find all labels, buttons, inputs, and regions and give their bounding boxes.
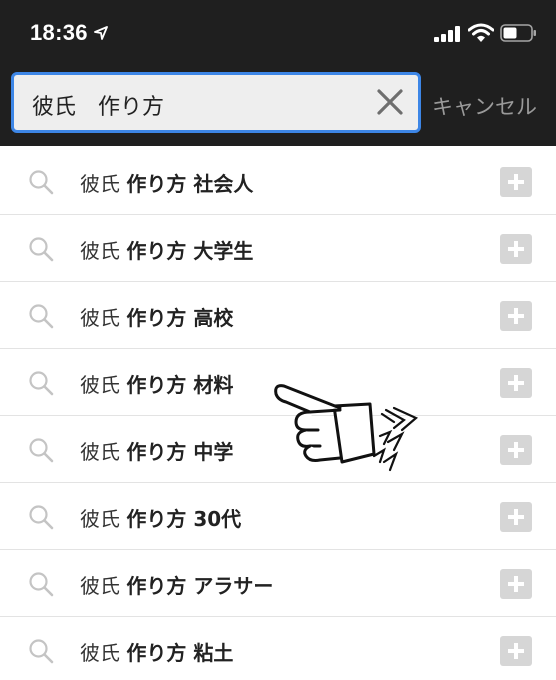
search-icon [29, 304, 54, 329]
suggestion-row[interactable]: 彼氏 作り方 高校 [0, 282, 556, 349]
add-to-query-button[interactable] [500, 301, 532, 331]
status-bar: 18:36 [0, 0, 556, 64]
suggestion-row[interactable]: 彼氏 作り方 大学生 [0, 215, 556, 282]
wifi-icon [468, 23, 494, 42]
search-icon [29, 170, 54, 195]
suggestion-completion: 作り方 中学 [126, 440, 234, 464]
suggestion-completion: 作り方 粘土 [126, 641, 234, 665]
suggestion-row[interactable]: 彼氏 作り方 社会人 [0, 148, 556, 215]
search-icon [29, 438, 54, 463]
suggestion-text[interactable]: 彼氏 作り方 中学 [80, 436, 233, 465]
search-icon [29, 639, 54, 664]
suggestion-row[interactable]: 彼氏 作り方 30代 [0, 483, 556, 550]
suggestion-prefix: 彼氏 [80, 172, 120, 196]
suggestion-completion: 作り方 大学生 [126, 239, 254, 263]
search-icon [29, 572, 54, 597]
suggestion-prefix: 彼氏 [80, 641, 120, 665]
clear-icon[interactable] [376, 88, 404, 116]
location-arrow-icon [94, 26, 108, 40]
suggestion-completion: 作り方 高校 [126, 306, 234, 330]
status-time: 18:36 [30, 20, 88, 45]
add-to-query-button[interactable] [500, 368, 532, 398]
add-to-query-button[interactable] [500, 636, 532, 666]
suggestion-text[interactable]: 彼氏 作り方 高校 [80, 302, 233, 331]
add-to-query-button[interactable] [500, 234, 532, 264]
suggestion-prefix: 彼氏 [80, 507, 120, 531]
suggestion-prefix: 彼氏 [80, 306, 120, 330]
add-to-query-button[interactable] [500, 569, 532, 599]
signal-bars-icon [434, 26, 460, 42]
search-icon [29, 371, 54, 396]
add-to-query-button[interactable] [500, 502, 532, 532]
pointing-hand-illustration [274, 384, 419, 472]
suggestion-completion: 作り方 社会人 [126, 172, 254, 196]
suggestion-completion: 作り方 アラサー [126, 574, 274, 598]
suggestion-row[interactable]: 彼氏 作り方 粘土 [0, 617, 556, 680]
suggestion-text[interactable]: 彼氏 作り方 粘土 [80, 637, 233, 666]
add-to-query-button[interactable] [500, 435, 532, 465]
suggestion-text[interactable]: 彼氏 作り方 大学生 [80, 235, 253, 264]
search-input[interactable]: 彼氏 作り方 [11, 72, 421, 133]
suggestion-text[interactable]: 彼氏 作り方 材料 [80, 369, 233, 398]
search-query-text[interactable]: 彼氏 作り方 [32, 89, 164, 121]
battery-icon [500, 24, 536, 42]
suggestion-text[interactable]: 彼氏 作り方 アラサー [80, 570, 273, 599]
suggestion-completion: 作り方 30代 [126, 507, 242, 531]
suggestion-text[interactable]: 彼氏 作り方 社会人 [80, 168, 253, 197]
suggestion-prefix: 彼氏 [80, 239, 120, 263]
suggestion-text[interactable]: 彼氏 作り方 30代 [80, 503, 241, 532]
search-icon [29, 505, 54, 530]
cancel-button[interactable]: キャンセル [432, 91, 537, 121]
suggestion-row[interactable]: 彼氏 作り方 アラサー [0, 550, 556, 617]
search-header: 彼氏 作り方 キャンセル [0, 64, 556, 146]
add-to-query-button[interactable] [500, 167, 532, 197]
suggestion-prefix: 彼氏 [80, 373, 120, 397]
search-icon [29, 237, 54, 262]
suggestion-prefix: 彼氏 [80, 440, 120, 464]
suggestion-prefix: 彼氏 [80, 574, 120, 598]
suggestion-completion: 作り方 材料 [126, 373, 234, 397]
